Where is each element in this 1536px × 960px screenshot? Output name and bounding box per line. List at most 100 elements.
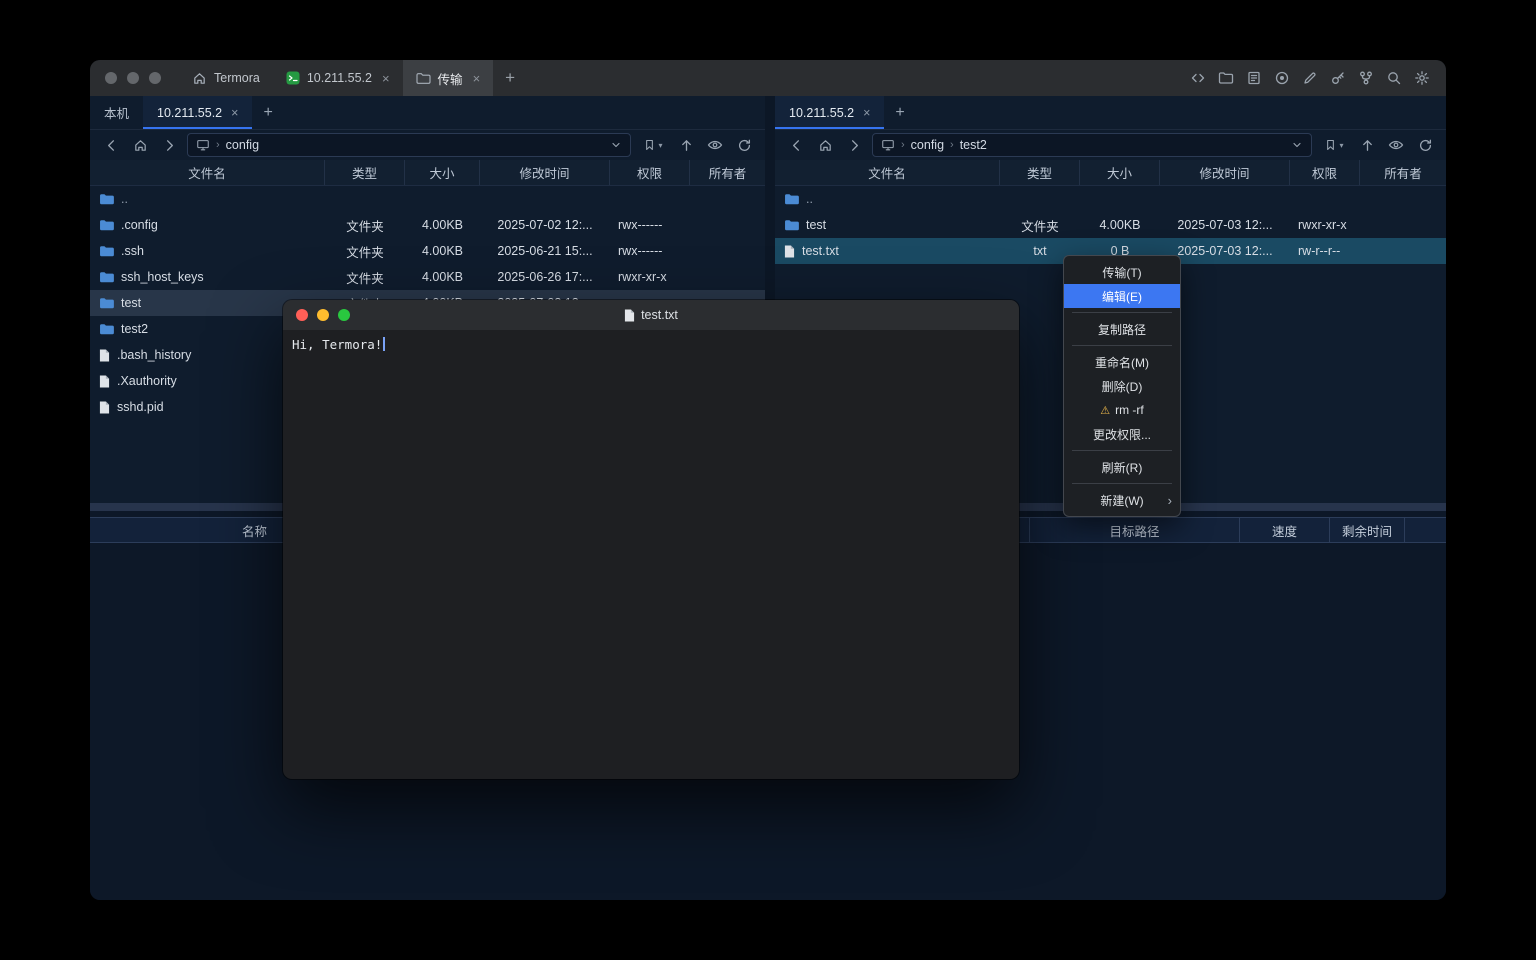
show-hidden-files-toggle[interactable] bbox=[1385, 134, 1407, 156]
file-name: test bbox=[121, 296, 141, 310]
file-row[interactable]: test 文件夹 4.00KB 2025-07-03 12:... rwxr-x… bbox=[775, 212, 1446, 238]
menu-item-refresh[interactable]: 刷新(R) bbox=[1064, 455, 1180, 479]
folder-icon bbox=[784, 193, 799, 205]
column-header-name[interactable]: 文件名 bbox=[90, 160, 325, 185]
code-icon[interactable] bbox=[1190, 70, 1206, 86]
search-icon[interactable] bbox=[1386, 70, 1402, 86]
close-tab-icon[interactable]: × bbox=[473, 71, 481, 86]
file-row[interactable]: .. bbox=[775, 186, 1446, 212]
refresh-button[interactable] bbox=[733, 134, 755, 156]
menu-item-rm-rf[interactable]: ⚠ rm -rf bbox=[1064, 398, 1180, 422]
folder-icon bbox=[99, 297, 114, 309]
column-header-type[interactable]: 类型 bbox=[325, 160, 405, 185]
file-icon bbox=[784, 245, 795, 258]
menu-item-transfer[interactable]: 传输(T) bbox=[1064, 260, 1180, 284]
minimize-window-button[interactable] bbox=[127, 72, 139, 84]
tab-local-machine[interactable]: 本机 bbox=[90, 96, 143, 129]
column-header-size[interactable]: 大小 bbox=[1080, 160, 1160, 185]
breadcrumb-segment[interactable]: test2 bbox=[960, 138, 987, 152]
file-row[interactable]: .ssh 文件夹 4.00KB 2025-06-21 15:... rwx---… bbox=[90, 238, 765, 264]
record-icon[interactable] bbox=[1274, 70, 1290, 86]
menu-item-delete[interactable]: 删除(D) bbox=[1064, 374, 1180, 398]
chevron-down-icon[interactable] bbox=[610, 139, 622, 151]
menu-item-change-permissions[interactable]: 更改权限... bbox=[1064, 422, 1180, 446]
termora-app-window: Termora 10.211.55.2 × 传输 × + bbox=[90, 60, 1446, 900]
file-icon bbox=[99, 401, 110, 414]
tab-termora-home[interactable]: Termora bbox=[179, 60, 273, 96]
left-path-bar[interactable]: › config bbox=[187, 133, 631, 157]
transfer-column-target[interactable]: 目标路径 bbox=[1030, 518, 1240, 542]
refresh-button[interactable] bbox=[1414, 134, 1436, 156]
warning-icon: ⚠ bbox=[1100, 404, 1110, 417]
tab-left-remote[interactable]: 10.211.55.2 × bbox=[143, 96, 252, 129]
back-button[interactable] bbox=[100, 134, 122, 156]
key-icon[interactable] bbox=[1330, 70, 1346, 86]
menu-item-new[interactable]: 新建(W) › bbox=[1064, 488, 1180, 512]
file-row[interactable]: ssh_host_keys 文件夹 4.00KB 2025-06-26 17:.… bbox=[90, 264, 765, 290]
close-tab-icon[interactable]: × bbox=[863, 106, 870, 120]
new-tab-button[interactable]: + bbox=[493, 60, 527, 96]
forward-button[interactable] bbox=[158, 134, 180, 156]
column-header-name[interactable]: 文件名 bbox=[775, 160, 1000, 185]
column-header-perm[interactable]: 权限 bbox=[610, 160, 690, 185]
tab-transfer[interactable]: 传输 × bbox=[403, 60, 494, 96]
tab-right-remote[interactable]: 10.211.55.2 × bbox=[775, 96, 884, 129]
home-button[interactable] bbox=[814, 134, 836, 156]
breadcrumb-segment[interactable]: config bbox=[226, 138, 259, 152]
chevron-down-icon[interactable] bbox=[1291, 139, 1303, 151]
show-hidden-files-toggle[interactable] bbox=[704, 134, 726, 156]
column-header-size[interactable]: 大小 bbox=[405, 160, 480, 185]
menu-item-edit[interactable]: 编辑(E) bbox=[1064, 284, 1180, 308]
home-button[interactable] bbox=[129, 134, 151, 156]
editor-caption: test.txt bbox=[283, 308, 1019, 322]
file-name: .bash_history bbox=[117, 348, 191, 362]
folder-icon[interactable] bbox=[1218, 70, 1234, 86]
menu-separator bbox=[1072, 483, 1172, 484]
file-name: test2 bbox=[121, 322, 148, 336]
log-icon[interactable] bbox=[1246, 70, 1262, 86]
close-tab-icon[interactable]: × bbox=[382, 71, 390, 86]
column-header-perm[interactable]: 权限 bbox=[1290, 160, 1360, 185]
tab-ssh-session[interactable]: 10.211.55.2 × bbox=[273, 60, 403, 96]
file-name: test.txt bbox=[802, 244, 839, 258]
new-pane-tab-button[interactable]: + bbox=[884, 96, 915, 129]
file-row[interactable]: .config 文件夹 4.00KB 2025-07-02 12:... rwx… bbox=[90, 212, 765, 238]
column-header-type[interactable]: 类型 bbox=[1000, 160, 1080, 185]
dropdown-caret-icon: ▾ bbox=[658, 141, 662, 150]
forward-button[interactable] bbox=[843, 134, 865, 156]
bookmark-button[interactable]: ▾ bbox=[638, 134, 668, 156]
column-header-owner[interactable]: 所有者 bbox=[690, 160, 765, 185]
close-tab-icon[interactable]: × bbox=[231, 106, 238, 120]
titlebar-tabs: Termora 10.211.55.2 × 传输 × + bbox=[179, 60, 527, 96]
column-header-modified[interactable]: 修改时间 bbox=[1160, 160, 1290, 185]
parent-directory-button[interactable] bbox=[1356, 134, 1378, 156]
column-header-owner[interactable]: 所有者 bbox=[1360, 160, 1446, 185]
zoom-window-button[interactable] bbox=[149, 72, 161, 84]
transfer-column-remaining[interactable]: 剩余时间 bbox=[1330, 518, 1405, 542]
menu-item-copy-path[interactable]: 复制路径 bbox=[1064, 317, 1180, 341]
pencil-icon[interactable] bbox=[1302, 70, 1318, 86]
editor-content[interactable]: Hi, Termora! bbox=[283, 330, 1019, 359]
folder-icon bbox=[99, 245, 114, 257]
editor-titlebar[interactable]: test.txt bbox=[283, 300, 1019, 330]
file-name: test bbox=[806, 218, 826, 232]
new-pane-tab-button[interactable]: + bbox=[252, 96, 283, 129]
tab-label: 本机 bbox=[104, 103, 129, 122]
close-window-button[interactable] bbox=[105, 72, 117, 84]
transfer-column-speed[interactable]: 速度 bbox=[1240, 518, 1330, 542]
file-icon bbox=[99, 375, 110, 388]
settings-gear-icon[interactable] bbox=[1414, 70, 1430, 86]
right-pane-tabs: 10.211.55.2 × + bbox=[775, 96, 1446, 130]
keychain-icon[interactable] bbox=[1358, 70, 1374, 86]
right-file-list: .. test 文件夹 4.00KB 2025-07-03 12:... rwx… bbox=[775, 186, 1446, 264]
right-path-bar[interactable]: › config › test2 bbox=[872, 133, 1312, 157]
folder-icon bbox=[99, 219, 114, 231]
file-row[interactable]: .. bbox=[90, 186, 765, 212]
breadcrumb-segment[interactable]: config bbox=[911, 138, 944, 152]
column-header-modified[interactable]: 修改时间 bbox=[480, 160, 610, 185]
menu-item-rename[interactable]: 重命名(M) bbox=[1064, 350, 1180, 374]
parent-directory-button[interactable] bbox=[675, 134, 697, 156]
back-button[interactable] bbox=[785, 134, 807, 156]
bookmark-button[interactable]: ▾ bbox=[1319, 134, 1349, 156]
left-pane-tabs: 本机 10.211.55.2 × + bbox=[90, 96, 765, 130]
